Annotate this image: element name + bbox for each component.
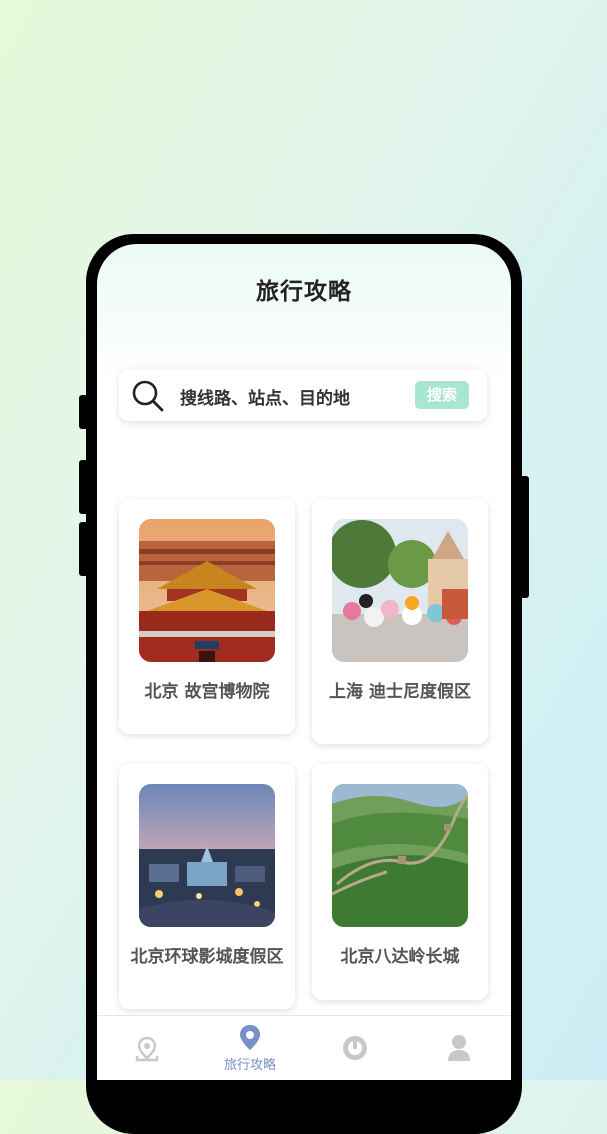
tab-label: 旅行攻略 [223,1058,276,1073]
location-pin-icon [135,1036,159,1062]
user-icon [448,1035,470,1061]
search-input[interactable]: 搜线路、站点、目的地 [180,384,350,409]
page-title: 旅行攻略 [256,279,352,305]
universal-studios-image [139,784,275,927]
phone-power-button [519,476,529,598]
map-marker-icon [240,1025,260,1050]
card-label: 上海 迪士尼度假区 [329,682,471,702]
tab-travel-guide[interactable]: 旅行攻略 [210,1016,290,1080]
card-great-wall[interactable]: 北京八达岭长城 [312,764,488,1000]
tab-location[interactable] [107,1016,187,1080]
card-disneyland[interactable]: 上海 迪士尼度假区 [312,499,488,744]
tab-profile[interactable] [419,1016,499,1080]
disneyland-image [332,519,468,662]
card-forbidden-city[interactable]: 北京 故宫博物院 [119,499,295,734]
forbidden-city-image [139,519,275,662]
phone-mute-button [79,395,89,429]
card-label: 北京环球影城度假区 [130,947,284,967]
compass-icon [343,1036,367,1060]
phone-volume-up-button [79,460,89,514]
card-label: 北京八达岭长城 [340,947,460,967]
tab-explore[interactable] [315,1016,395,1080]
search-button[interactable]: 搜索 [415,381,469,409]
great-wall-image [332,784,468,927]
card-universal-studios[interactable]: 北京环球影城度假区 [119,764,295,1009]
search-icon [131,379,165,413]
card-label: 北京 故宫博物院 [144,682,270,702]
search-bar[interactable]: 搜线路、站点、目的地 搜索 [119,369,487,421]
phone-volume-down-button [79,522,89,576]
bottom-tab-bar: 旅行攻略 [97,1015,511,1080]
app-screen: 旅行攻略 搜线路、站点、目的地 搜索 北京 故宫博物院 上海 迪士尼度假区 北京… [97,244,511,1080]
